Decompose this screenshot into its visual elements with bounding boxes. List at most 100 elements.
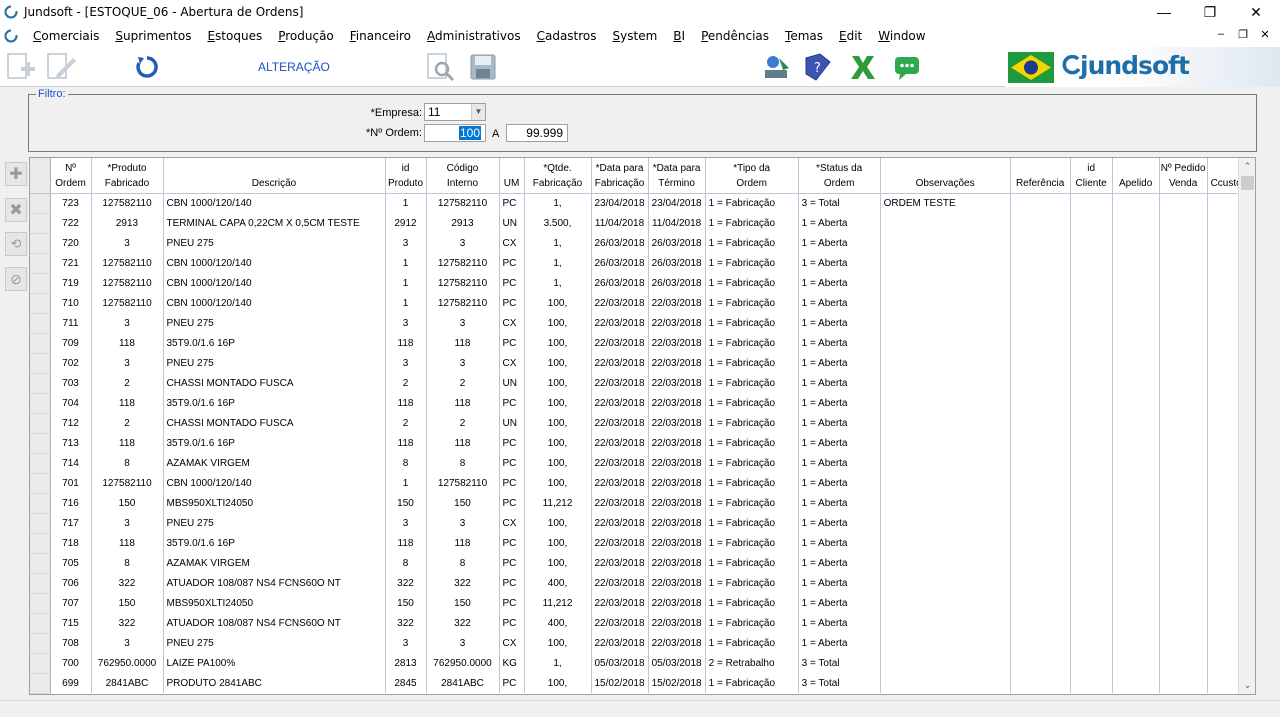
- table-cell[interactable]: 3.500,: [524, 213, 592, 233]
- table-cell-empty[interactable]: [1112, 673, 1160, 693]
- table-cell[interactable]: 3: [91, 633, 164, 653]
- delete-row-button[interactable]: ✖: [5, 198, 27, 222]
- table-cell[interactable]: CBN 1000/120/140: [163, 293, 386, 313]
- table-cell[interactable]: 322: [426, 613, 500, 633]
- table-cell[interactable]: 22/03/2018: [591, 393, 649, 413]
- table-cell[interactable]: 11/04/2018: [648, 213, 706, 233]
- table-cell[interactable]: 22/03/2018: [648, 393, 706, 413]
- table-cell[interactable]: 22/03/2018: [648, 633, 706, 653]
- table-cell-empty[interactable]: [1159, 453, 1208, 473]
- table-row[interactable]: 719 127582110 CBN 1000/120/140 1 127582110 PC…: [30, 273, 1246, 294]
- table-cell-empty[interactable]: [1070, 253, 1113, 273]
- ordem-to-input[interactable]: 99.999: [506, 124, 568, 142]
- table-cell-empty[interactable]: [1112, 253, 1160, 273]
- table-cell[interactable]: 100,: [524, 553, 592, 573]
- col-produto-fabricado[interactable]: *Produto Fabricado: [91, 158, 164, 194]
- table-row[interactable]: 720 3 PNEU 275 3 3 CX 1, 26/03/2018 26/03/2018 1 …: [30, 233, 1246, 254]
- table-cell[interactable]: 22/03/2018: [591, 553, 649, 573]
- table-cell-empty[interactable]: [1159, 493, 1208, 513]
- col-apelido[interactable]: Apelido: [1112, 158, 1160, 194]
- row-indicator[interactable]: [30, 573, 51, 594]
- table-cell[interactable]: PC: [499, 253, 525, 273]
- row-indicator[interactable]: [30, 493, 51, 514]
- table-cell[interactable]: 1 = Fabricação: [705, 253, 799, 273]
- table-cell-empty[interactable]: [1070, 213, 1113, 233]
- table-cell[interactable]: 322: [385, 613, 427, 633]
- row-indicator[interactable]: [30, 633, 51, 654]
- table-cell[interactable]: 8: [426, 453, 500, 473]
- table-cell[interactable]: 05/03/2018: [648, 653, 706, 673]
- table-cell[interactable]: 100,: [524, 293, 592, 313]
- table-cell[interactable]: 35T9.0/1.6 16P: [163, 533, 386, 553]
- table-cell[interactable]: 100,: [524, 313, 592, 333]
- table-cell[interactable]: 150: [426, 493, 500, 513]
- table-cell[interactable]: 22/03/2018: [648, 313, 706, 333]
- table-cell-empty[interactable]: [1112, 333, 1160, 353]
- table-cell[interactable]: 2: [385, 373, 427, 393]
- menu-administrativos[interactable]: Administrativos: [419, 29, 529, 43]
- table-cell-empty[interactable]: [1070, 353, 1113, 373]
- table-cell[interactable]: 712: [50, 413, 92, 433]
- table-cell-empty[interactable]: [1159, 253, 1208, 273]
- table-cell[interactable]: [880, 313, 1011, 333]
- table-cell[interactable]: PC: [499, 493, 525, 513]
- row-indicator[interactable]: [30, 473, 51, 494]
- table-cell[interactable]: 1 = Aberta: [798, 453, 881, 473]
- table-cell[interactable]: 22/03/2018: [591, 353, 649, 373]
- table-cell-empty[interactable]: [1070, 193, 1113, 213]
- row-indicator[interactable]: [30, 293, 51, 314]
- table-cell-empty[interactable]: [1010, 533, 1071, 553]
- table-cell[interactable]: 2: [426, 373, 500, 393]
- table-cell[interactable]: 1 = Aberta: [798, 253, 881, 273]
- table-cell-empty[interactable]: [1010, 613, 1071, 633]
- col-pedido-venda[interactable]: Nº Pedido Venda: [1159, 158, 1208, 194]
- table-cell[interactable]: 1 = Fabricação: [705, 533, 799, 553]
- table-cell-empty[interactable]: [1070, 553, 1113, 573]
- row-indicator[interactable]: [30, 553, 51, 574]
- table-cell[interactable]: 100,: [524, 533, 592, 553]
- table-cell-empty[interactable]: [1112, 533, 1160, 553]
- table-cell-empty[interactable]: [1112, 373, 1160, 393]
- table-cell-empty[interactable]: [1112, 633, 1160, 653]
- table-cell-empty[interactable]: [1070, 233, 1113, 253]
- table-cell[interactable]: 723: [50, 193, 92, 213]
- table-cell[interactable]: 1: [385, 473, 427, 493]
- table-row[interactable]: 701 127582110 CBN 1000/120/140 1 127582110 PC…: [30, 473, 1246, 494]
- table-cell[interactable]: 23/04/2018: [648, 193, 706, 213]
- table-cell[interactable]: 719: [50, 273, 92, 293]
- excel-export-button[interactable]: [846, 51, 880, 83]
- table-cell[interactable]: CBN 1000/120/140: [163, 193, 386, 213]
- table-cell[interactable]: 26/03/2018: [648, 253, 706, 273]
- table-cell[interactable]: PNEU 275: [163, 233, 386, 253]
- mdi-restore-button[interactable]: ❐: [1232, 28, 1254, 44]
- table-cell[interactable]: 22/03/2018: [591, 333, 649, 353]
- table-cell[interactable]: 1: [385, 253, 427, 273]
- table-cell[interactable]: 704: [50, 393, 92, 413]
- table-cell-empty[interactable]: [1010, 353, 1071, 373]
- table-cell[interactable]: [880, 513, 1011, 533]
- table-cell[interactable]: 1 = Fabricação: [705, 273, 799, 293]
- table-cell[interactable]: 2912: [385, 213, 427, 233]
- table-cell[interactable]: 1 = Fabricação: [705, 393, 799, 413]
- table-cell[interactable]: 322: [91, 613, 164, 633]
- table-cell[interactable]: 3: [385, 633, 427, 653]
- table-cell-empty[interactable]: [1112, 213, 1160, 233]
- table-cell[interactable]: 100,: [524, 353, 592, 373]
- table-cell-empty[interactable]: [1112, 453, 1160, 473]
- table-cell-empty[interactable]: [1010, 233, 1071, 253]
- table-cell[interactable]: 1 = Aberta: [798, 533, 881, 553]
- table-cell[interactable]: 118: [385, 393, 427, 413]
- table-row[interactable]: 709 118 35T9.0/1.6 16P 118 118 PC 100, 22/03/20…: [30, 333, 1246, 354]
- table-cell-empty[interactable]: [1010, 653, 1071, 673]
- table-cell[interactable]: 1 = Fabricação: [705, 313, 799, 333]
- table-cell[interactable]: CX: [499, 513, 525, 533]
- table-row[interactable]: 714 8 AZAMAK VIRGEM 8 8 PC 100, 22/03/2018 22/03…: [30, 453, 1246, 474]
- table-cell[interactable]: PNEU 275: [163, 353, 386, 373]
- confirm-row-button[interactable]: ⊘: [5, 267, 27, 291]
- close-button[interactable]: ✕: [1233, 0, 1279, 24]
- table-cell[interactable]: 762950.0000: [426, 653, 500, 673]
- table-cell[interactable]: 22/03/2018: [591, 513, 649, 533]
- table-cell[interactable]: 118: [385, 433, 427, 453]
- table-cell[interactable]: [880, 633, 1011, 653]
- table-cell[interactable]: 22/03/2018: [648, 293, 706, 313]
